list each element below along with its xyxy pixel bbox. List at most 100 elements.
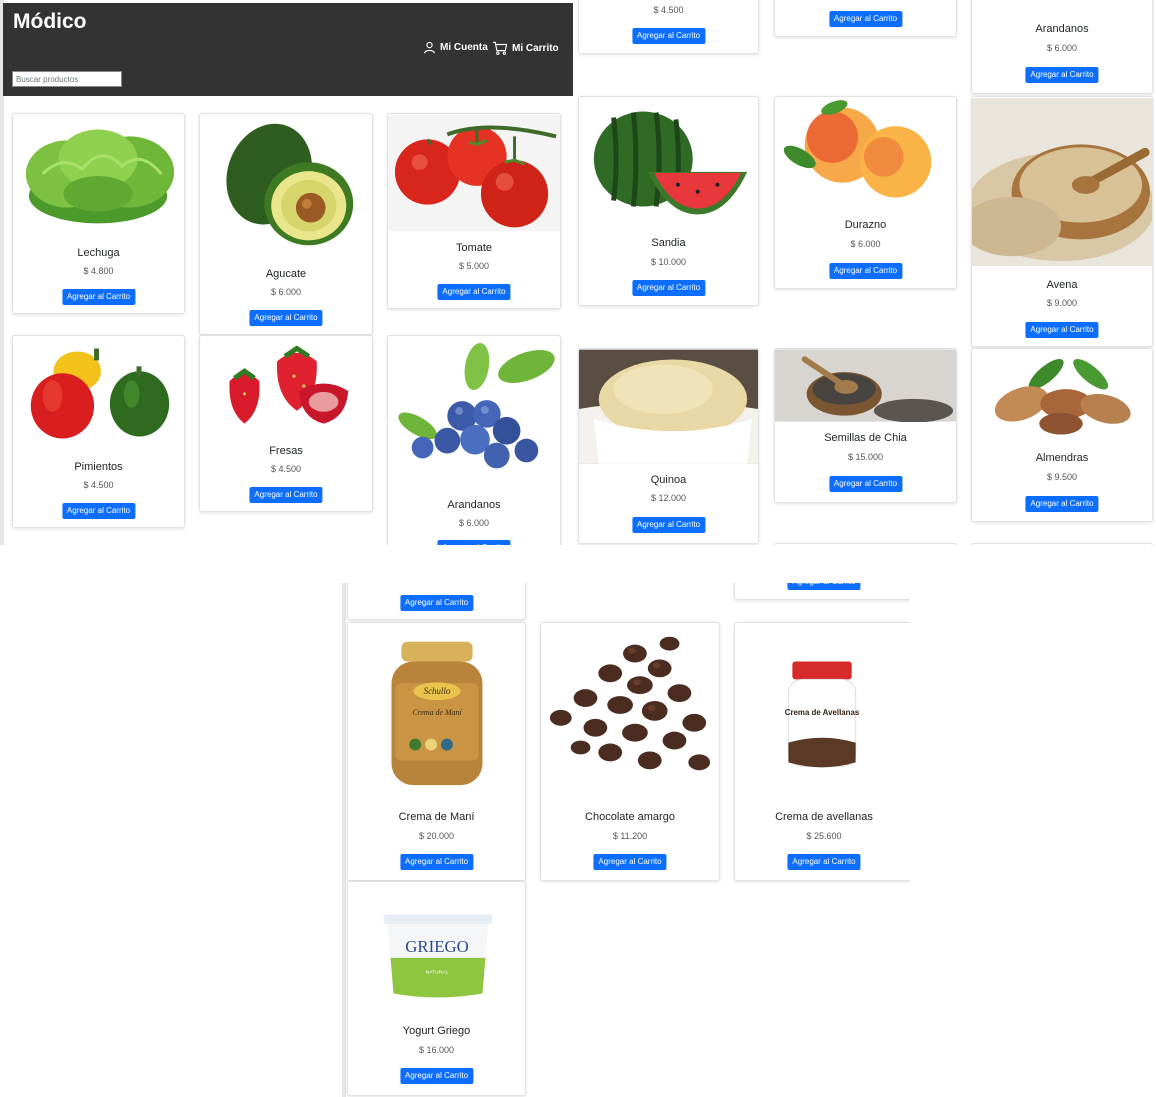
add-to-cart-button[interactable]: Agregar al Carrito: [399, 1068, 474, 1084]
add-to-cart-button[interactable]: Agregar al Carrito: [437, 540, 511, 545]
product-card-chocolate-amargo: Chocolate amargo $ 11.200 Agregar al Car…: [540, 622, 720, 881]
cart-link[interactable]: Mi Carrito: [492, 41, 559, 55]
product-card-partial: Agregar al Carrito: [774, 0, 957, 37]
site-header: Módico Mi Cuenta Mi Carrito: [3, 3, 573, 96]
peanut-butter-jar-image: Schullo Crema de Maní: [391, 641, 483, 786]
product-price: $ 25.600: [806, 831, 842, 841]
blueberries-image: [398, 343, 555, 469]
watermelon-image: [593, 111, 748, 215]
product-name: Almendras: [1035, 452, 1089, 464]
product-name: Quinoa: [650, 474, 687, 486]
yogurt-cup-image: GRIEGO NATURAL: [383, 914, 493, 998]
product-card-semillas-de-chia: Semillas de Chia $ 15.000 Agregar al Car…: [774, 348, 957, 503]
product-name: Semillas de Chia: [824, 432, 907, 444]
user-icon: [424, 41, 435, 54]
product-price: $ 9.500: [1046, 472, 1078, 482]
product-card-avena: Avena $ 9.000 Agregar al Carrito: [971, 96, 1153, 347]
oats-image: [972, 97, 1152, 267]
product-name: Crema de Maní: [398, 811, 475, 823]
product-card-quinoa: Quinoa $ 12.000 Agregar al Carrito: [578, 348, 759, 544]
product-card-partial: $ 4.500 Agregar al Carrito: [578, 0, 759, 54]
product-card-crema-de-avellanas: Crema de Avellanas Crema de avellanas $ …: [734, 622, 910, 881]
product-price: $ 12.000: [650, 493, 687, 503]
product-price: $ 4.500: [653, 5, 684, 15]
product-card-arandanos: Arandanos $ 6.000 Agregar al Carrito: [387, 335, 561, 545]
add-to-cart-button[interactable]: Agregar al Carrito: [828, 263, 903, 279]
product-card-agucate: Agucate $ 6.000 Agregar al Carrito: [199, 113, 373, 335]
search-input[interactable]: [12, 71, 122, 87]
add-to-cart-button[interactable]: Agregar al Carrito: [631, 280, 706, 296]
add-to-cart-button[interactable]: Agregar al Carrito: [61, 289, 136, 305]
product-price: $ 4.800: [83, 266, 114, 276]
chocolate-chips-image: [549, 636, 711, 771]
account-label: Mi Cuenta: [440, 42, 488, 53]
add-to-cart-button[interactable]: Agregar al Carrito: [249, 310, 323, 326]
cup-sublabel-text: NATURAL: [426, 970, 449, 976]
add-to-cart-button[interactable]: Agregar al Carrito: [1025, 496, 1099, 512]
product-name: Chocolate amargo: [585, 811, 675, 823]
product-card-partial: Agregar al Carrito: [734, 583, 910, 600]
product-card-partial: [774, 543, 957, 545]
account-link[interactable]: Mi Cuenta: [423, 41, 488, 54]
product-price: $ 5.000: [458, 261, 490, 271]
jar-product-text: Crema de Maní: [412, 708, 462, 717]
almonds-image: [994, 358, 1131, 435]
add-to-cart-button[interactable]: Agregar al Carrito: [1025, 67, 1099, 83]
add-to-cart-button[interactable]: Agregar al Carrito: [593, 854, 667, 870]
brand-logo[interactable]: Módico: [13, 10, 87, 34]
product-name: Fresas: [269, 445, 303, 457]
product-price: $ 4.500: [270, 464, 302, 474]
page-edge: [342, 583, 346, 1097]
product-card-sandia: Sandia $ 10.000 Agregar al Carrito: [578, 96, 759, 306]
jar-label-text: Crema de Avellanas: [785, 708, 860, 717]
product-card-partial: [971, 543, 1153, 545]
add-to-cart-button[interactable]: Agregar al Carrito: [399, 595, 474, 611]
add-to-cart-button[interactable]: Agregar al Carrito: [1025, 322, 1099, 338]
cup-label-text: GRIEGO: [405, 937, 468, 956]
add-to-cart-button[interactable]: Agregar al Carrito: [399, 854, 474, 870]
product-name: Yogurt Griego: [402, 1025, 471, 1037]
add-to-cart-button[interactable]: Agregar al Carrito: [828, 476, 903, 492]
product-card-crema-de-mani: Schullo Crema de Maní Crema de Maní $ 20…: [347, 622, 526, 881]
chia-image: [775, 349, 956, 422]
product-card-partial: Agregar al Carrito: [347, 583, 526, 620]
screenshot-panel-b: $ 4.500 Agregar al Carrito Agregar al Ca…: [573, 0, 1156, 545]
product-price: $ 6.000: [458, 518, 490, 528]
product-price: $ 6.000: [1046, 43, 1078, 53]
product-price: $ 6.000: [270, 287, 302, 297]
product-price: $ 4.500: [83, 480, 114, 490]
product-name: Arandanos: [1035, 23, 1089, 35]
add-to-cart-button[interactable]: Agregar al Carrito: [437, 284, 511, 300]
add-to-cart-button[interactable]: Agregar al Carrito: [828, 11, 903, 27]
product-price: $ 10.000: [650, 257, 687, 267]
add-to-cart-button[interactable]: Agregar al Carrito: [631, 28, 706, 44]
add-to-cart-button[interactable]: Agregar al Carrito: [61, 503, 136, 519]
add-to-cart-button[interactable]: Agregar al Carrito: [631, 517, 706, 533]
avocado-image: [226, 123, 354, 246]
product-name: Tomate: [455, 242, 493, 254]
product-name: Arandanos: [447, 499, 501, 511]
strawberries-image: [229, 345, 349, 424]
add-to-cart-button[interactable]: Agregar al Carrito: [249, 487, 323, 503]
product-card-tomate: Tomate $ 5.000 Agregar al Carrito: [387, 113, 561, 309]
add-to-cart-button[interactable]: Agregar al Carrito: [787, 854, 861, 870]
product-name: Lechuga: [77, 247, 120, 259]
product-card-durazno: Durazno $ 6.000 Agregar al Carrito: [774, 96, 957, 289]
add-to-cart-button[interactable]: Agregar al Carrito: [787, 583, 861, 590]
product-name: Agucate: [265, 268, 307, 280]
product-card-pimientos: Pimientos $ 4.500 Agregar al Carrito: [12, 335, 185, 528]
product-card-arandanos: Arandanos $ 6.000 Agregar al Carrito: [971, 0, 1153, 94]
product-card-yogurt-griego: GRIEGO NATURAL Yogurt Griego $ 16.000 Ag…: [347, 881, 526, 1096]
product-name: Durazno: [844, 219, 887, 231]
jar-brand-text: Schullo: [424, 686, 451, 696]
product-price: $ 6.000: [850, 239, 881, 249]
product-price: $ 15.000: [847, 452, 884, 462]
product-name: Pimientos: [74, 461, 123, 473]
cart-label: Mi Carrito: [512, 42, 559, 54]
tomato-image: [388, 114, 560, 232]
screenshot-panel-c: Agregar al Carrito Agregar al Carrito Sc…: [342, 583, 910, 1097]
screenshot-panel-a: Módico Mi Cuenta Mi Carrito Buscar produ…: [0, 0, 573, 545]
lettuce-image: [25, 129, 175, 224]
product-price: $ 9.000: [1046, 298, 1078, 308]
quinoa-image: [579, 349, 758, 464]
